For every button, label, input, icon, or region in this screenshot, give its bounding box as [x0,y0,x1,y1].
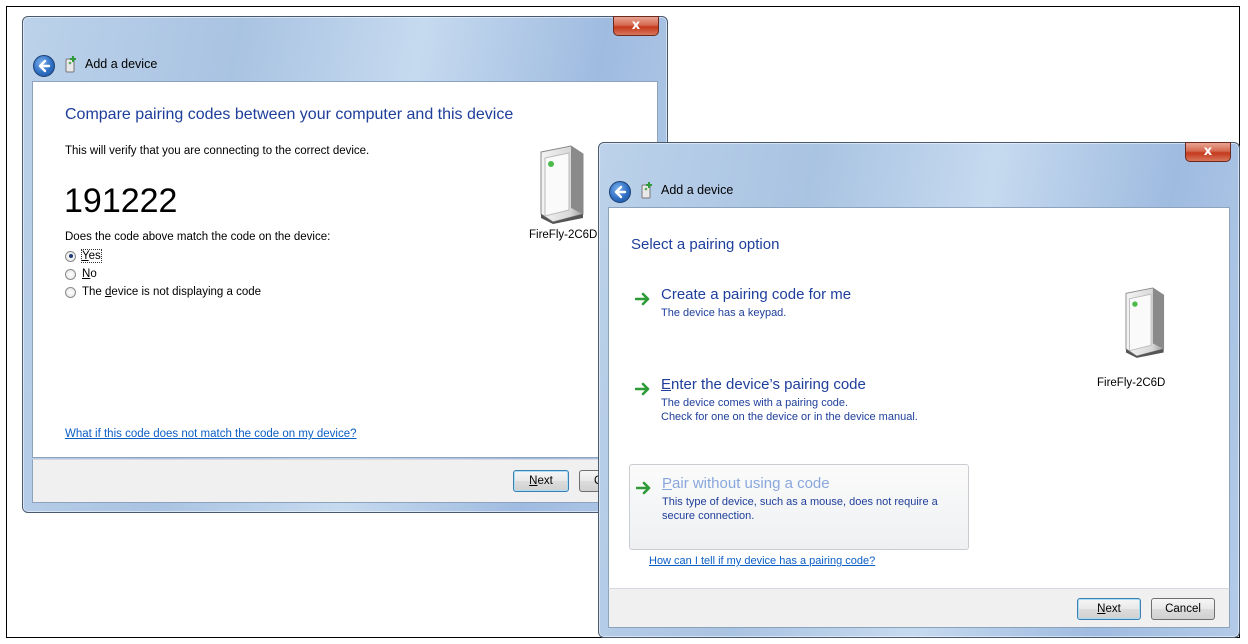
radio-no-code[interactable]: The device is not displaying a code [65,286,261,298]
radio-button-checked[interactable] [65,250,76,262]
radio-label: Yes [81,249,102,263]
content-panel: Select a pairing option Create a pairing… [608,207,1230,589]
option-description: The device has a keypad. [661,307,787,319]
option-title: Pair without using a code [662,475,830,492]
close-button[interactable]: x [1185,142,1231,162]
page-heading: Select a pairing option [631,236,780,253]
back-arrow-icon [38,59,51,73]
green-arrow-icon [635,382,650,396]
radio-button[interactable] [65,286,76,298]
button-bar: Next Cancel [608,588,1230,628]
help-link[interactable]: What if this code does not match the cod… [65,428,357,440]
add-device-window-pairing-option: x Add a device Select a pairing option C… [598,142,1240,638]
window-title: Add a device [85,57,158,71]
add-device-icon [65,56,76,73]
option-title: Create a pairing code for me [661,286,852,303]
option-pair-without-code[interactable]: Pair without using a code This type of d… [629,464,969,550]
device-label: FireFly-2C6D [1097,377,1166,389]
back-arrow-icon [614,185,627,199]
option-description: This type of device, such as a mouse, do… [662,496,938,522]
option-create-code[interactable]: Create a pairing code for me The device … [629,286,969,326]
option-enter-code[interactable]: Enter the device’s pairing code The devi… [629,376,969,426]
radio-button[interactable] [65,268,76,280]
help-link[interactable]: How can I tell if my device has a pairin… [649,555,875,567]
green-arrow-icon [636,481,651,495]
device-label: FireFly-2C6D [529,229,598,241]
match-question: Does the code above match the code on th… [65,231,331,243]
back-button[interactable] [33,55,55,77]
page-heading: Compare pairing codes between your compu… [65,106,514,123]
device-icon [1125,287,1165,358]
device-icon [540,145,584,224]
close-icon: x [631,18,641,33]
button-bar: Next C [32,459,658,503]
green-arrow-icon [635,292,650,306]
verify-text: This will verify that you are connecting… [65,145,370,157]
window-title: Add a device [661,183,734,197]
add-device-window-compare: x Add a device Compare pairing codes bet… [22,16,668,513]
radio-yes[interactable]: Yes [65,249,102,263]
close-button[interactable]: x [613,16,659,36]
next-button[interactable]: Next [1077,598,1141,620]
option-title: Enter the device’s pairing code [661,376,866,393]
close-icon: x [1203,144,1213,159]
next-button[interactable]: Next [513,470,569,492]
radio-label: The device is not displaying a code [82,286,262,298]
cancel-button[interactable]: Cancel [1151,598,1215,620]
radio-no[interactable]: No [65,268,97,280]
add-device-icon [641,182,652,199]
content-panel: Compare pairing codes between your compu… [32,81,658,458]
radio-label: No [82,268,97,280]
back-button[interactable] [609,181,631,203]
option-description: The device comes with a pairing code. Che… [661,397,918,423]
pairing-code: 191222 [64,182,178,220]
